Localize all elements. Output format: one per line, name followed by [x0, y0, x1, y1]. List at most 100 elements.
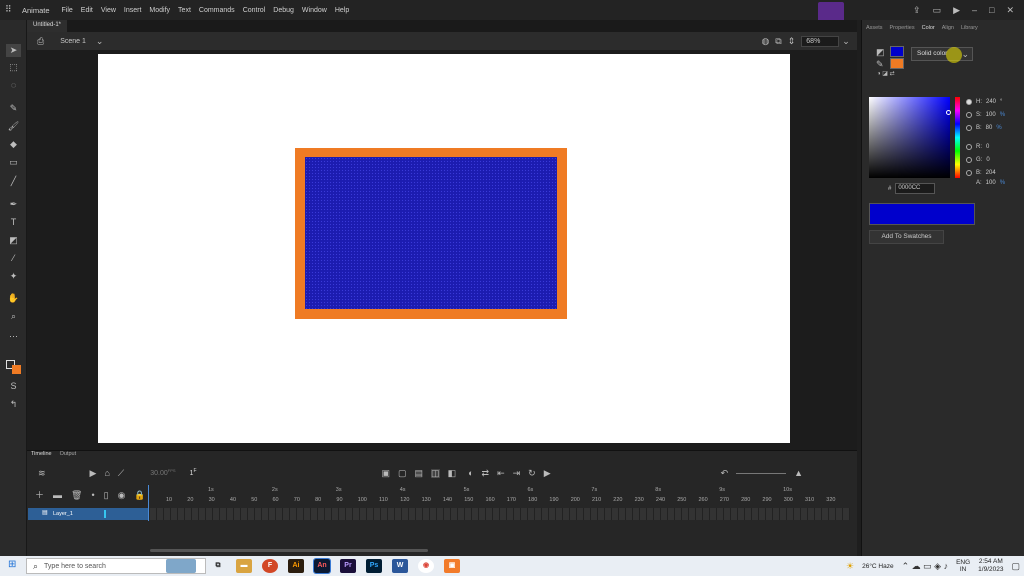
eraser-icon[interactable]: ◆	[6, 138, 21, 151]
layers-icon[interactable]: ≋	[38, 468, 46, 478]
lock-icon[interactable]: 🔒	[134, 491, 145, 500]
hex-input[interactable]: 0000CC	[895, 183, 936, 194]
b-radio[interactable]	[966, 125, 972, 131]
menu-help[interactable]: Help	[331, 7, 353, 14]
frame-icon[interactable]: ▤	[415, 468, 424, 478]
tab-align[interactable]: Align	[942, 25, 954, 35]
preview-icon[interactable]: ▭	[933, 5, 942, 15]
menu-file[interactable]: File	[58, 7, 77, 14]
tab-color[interactable]: Color	[922, 25, 935, 35]
brush-icon[interactable]: ✎	[6, 102, 21, 115]
rectangle-fill[interactable]	[305, 157, 557, 309]
fill-swatch[interactable]	[890, 46, 904, 57]
file-explorer-icon[interactable]: ▬	[236, 559, 252, 573]
onion-skin-icon[interactable]: ◫	[431, 468, 440, 478]
menu-view[interactable]: View	[97, 7, 120, 14]
more-tools-icon[interactable]: ⋯	[6, 330, 21, 343]
clip-icon[interactable]: ⧉	[775, 36, 781, 46]
chevron-down-icon[interactable]: ⌄	[96, 36, 104, 46]
pencil-icon[interactable]: ✎	[876, 60, 884, 69]
layer-name[interactable]: Layer_1	[53, 511, 73, 517]
edit-scene-icon[interactable]: ⎙	[37, 36, 44, 46]
notification-icon[interactable]: ▢	[1011, 561, 1020, 571]
tab-library[interactable]: Library	[961, 25, 978, 35]
pen-icon[interactable]: ✒	[6, 198, 21, 211]
play-icon[interactable]: ▶	[953, 5, 960, 15]
r-radio[interactable]	[966, 144, 972, 150]
r-value[interactable]: 0	[986, 144, 989, 150]
menu-commands[interactable]: Commands	[195, 7, 239, 14]
new-folder-icon[interactable]: ▬	[53, 491, 62, 500]
frame-ruler[interactable]: 1s 2s 3s 4s 5s 6s 7s 8s 9s 10s 10 20 30 40 50 60 70 80 90 1…	[150, 487, 850, 507]
insert-keyframe-icon[interactable]: ▣	[382, 468, 391, 478]
maximize-icon[interactable]: □	[989, 5, 994, 15]
timeline-scrollbar[interactable]	[150, 549, 428, 552]
menu-text[interactable]: Text	[174, 7, 195, 14]
selection-tool-icon[interactable]: ➤	[6, 44, 21, 57]
paint-brush-icon[interactable]: 🖌	[6, 120, 21, 133]
camera-icon[interactable]: ▶	[90, 468, 97, 478]
tab-output[interactable]: Output	[60, 451, 77, 458]
s-radio[interactable]	[966, 112, 972, 118]
tab-properties[interactable]: Properties	[890, 25, 915, 35]
motion-icon[interactable]: ⇄	[482, 468, 490, 478]
tween-icon[interactable]: ◐	[468, 468, 473, 478]
menu-window[interactable]: Window	[298, 7, 331, 14]
animate-icon[interactable]: An	[313, 558, 331, 574]
undo-icon[interactable]: ↶	[721, 468, 729, 478]
stepper-icon[interactable]: ⇕	[788, 36, 796, 46]
scene-name[interactable]: Scene 1	[60, 38, 86, 45]
app-orange-icon[interactable]: ▣	[444, 559, 460, 573]
rgb-b-value[interactable]: 204	[986, 170, 996, 176]
outline-icon[interactable]: ▯	[104, 491, 109, 500]
picker-handle[interactable]	[946, 110, 951, 115]
timeline-zoom-slider[interactable]	[736, 472, 787, 474]
add-to-swatches-button[interactable]: Add To Swatches	[869, 230, 944, 244]
eyedropper-icon[interactable]: ⁄	[6, 252, 21, 265]
text-tool-icon[interactable]: T	[6, 216, 21, 229]
menu-control[interactable]: Control	[239, 7, 270, 14]
menu-insert[interactable]: Insert	[120, 7, 146, 14]
app-f-icon[interactable]: F	[262, 559, 278, 573]
menu-edit[interactable]: Edit	[77, 7, 97, 14]
fill-color-swatch[interactable]	[12, 365, 21, 374]
rgb-b-radio[interactable]	[966, 170, 972, 176]
fps-value[interactable]: 30.00	[150, 470, 168, 477]
menu-modify[interactable]: Modify	[145, 7, 174, 14]
hand-icon[interactable]: ✋	[6, 292, 21, 305]
weather-text[interactable]: 26°C Haze	[862, 563, 894, 570]
chrome-icon[interactable]: ◉	[418, 559, 434, 573]
delete-icon[interactable]: 🗑	[71, 491, 82, 500]
lasso-tool-icon[interactable]: ◌	[6, 79, 21, 92]
playhead[interactable]	[148, 485, 149, 521]
tab-timeline[interactable]: Timeline	[31, 451, 52, 458]
workspace-icon[interactable]: ⠿	[5, 5, 12, 14]
layer-row[interactable]: ▤ Layer_1	[28, 508, 148, 520]
snap-icon[interactable]: S	[6, 380, 21, 393]
step-back-icon[interactable]: ⇤	[497, 468, 505, 478]
smooth-icon[interactable]: ↰	[6, 398, 21, 411]
step-forward-icon[interactable]: ⇥	[513, 468, 521, 478]
b-value[interactable]: 80	[986, 125, 993, 131]
fill-type-select[interactable]: Solid color ⌄	[911, 47, 973, 61]
layer-depth-icon[interactable]: ⌂	[104, 468, 109, 478]
line-tool-icon[interactable]: ╱	[6, 175, 21, 188]
mountain-icon[interactable]: ▲	[794, 468, 803, 478]
bucket-icon[interactable]: ◩	[876, 48, 885, 57]
stage[interactable]	[98, 54, 790, 443]
saturation-brightness-picker[interactable]	[869, 97, 951, 178]
h-radio[interactable]	[966, 99, 972, 105]
task-view-icon[interactable]: ⧉	[210, 559, 226, 573]
default-colors-icon[interactable]: ◑ ◪ ⇄	[877, 71, 895, 77]
share-icon[interactable]: ⇪	[913, 5, 921, 15]
frame-grid[interactable]	[150, 508, 850, 520]
clock[interactable]: 2:54 AM 1/9/2023	[978, 558, 1003, 574]
edit-multiple-icon[interactable]: ◧	[448, 468, 457, 478]
close-icon[interactable]: ✕	[1006, 5, 1014, 15]
windows-start-icon[interactable]: ⊞	[8, 560, 16, 570]
hue-slider[interactable]	[955, 97, 960, 178]
transform-tool-icon[interactable]: ⬚	[6, 61, 21, 74]
minimize-icon[interactable]: –	[972, 5, 977, 15]
stroke-swatch[interactable]	[890, 58, 904, 69]
document-tab[interactable]: Untitled-1*	[27, 20, 68, 32]
